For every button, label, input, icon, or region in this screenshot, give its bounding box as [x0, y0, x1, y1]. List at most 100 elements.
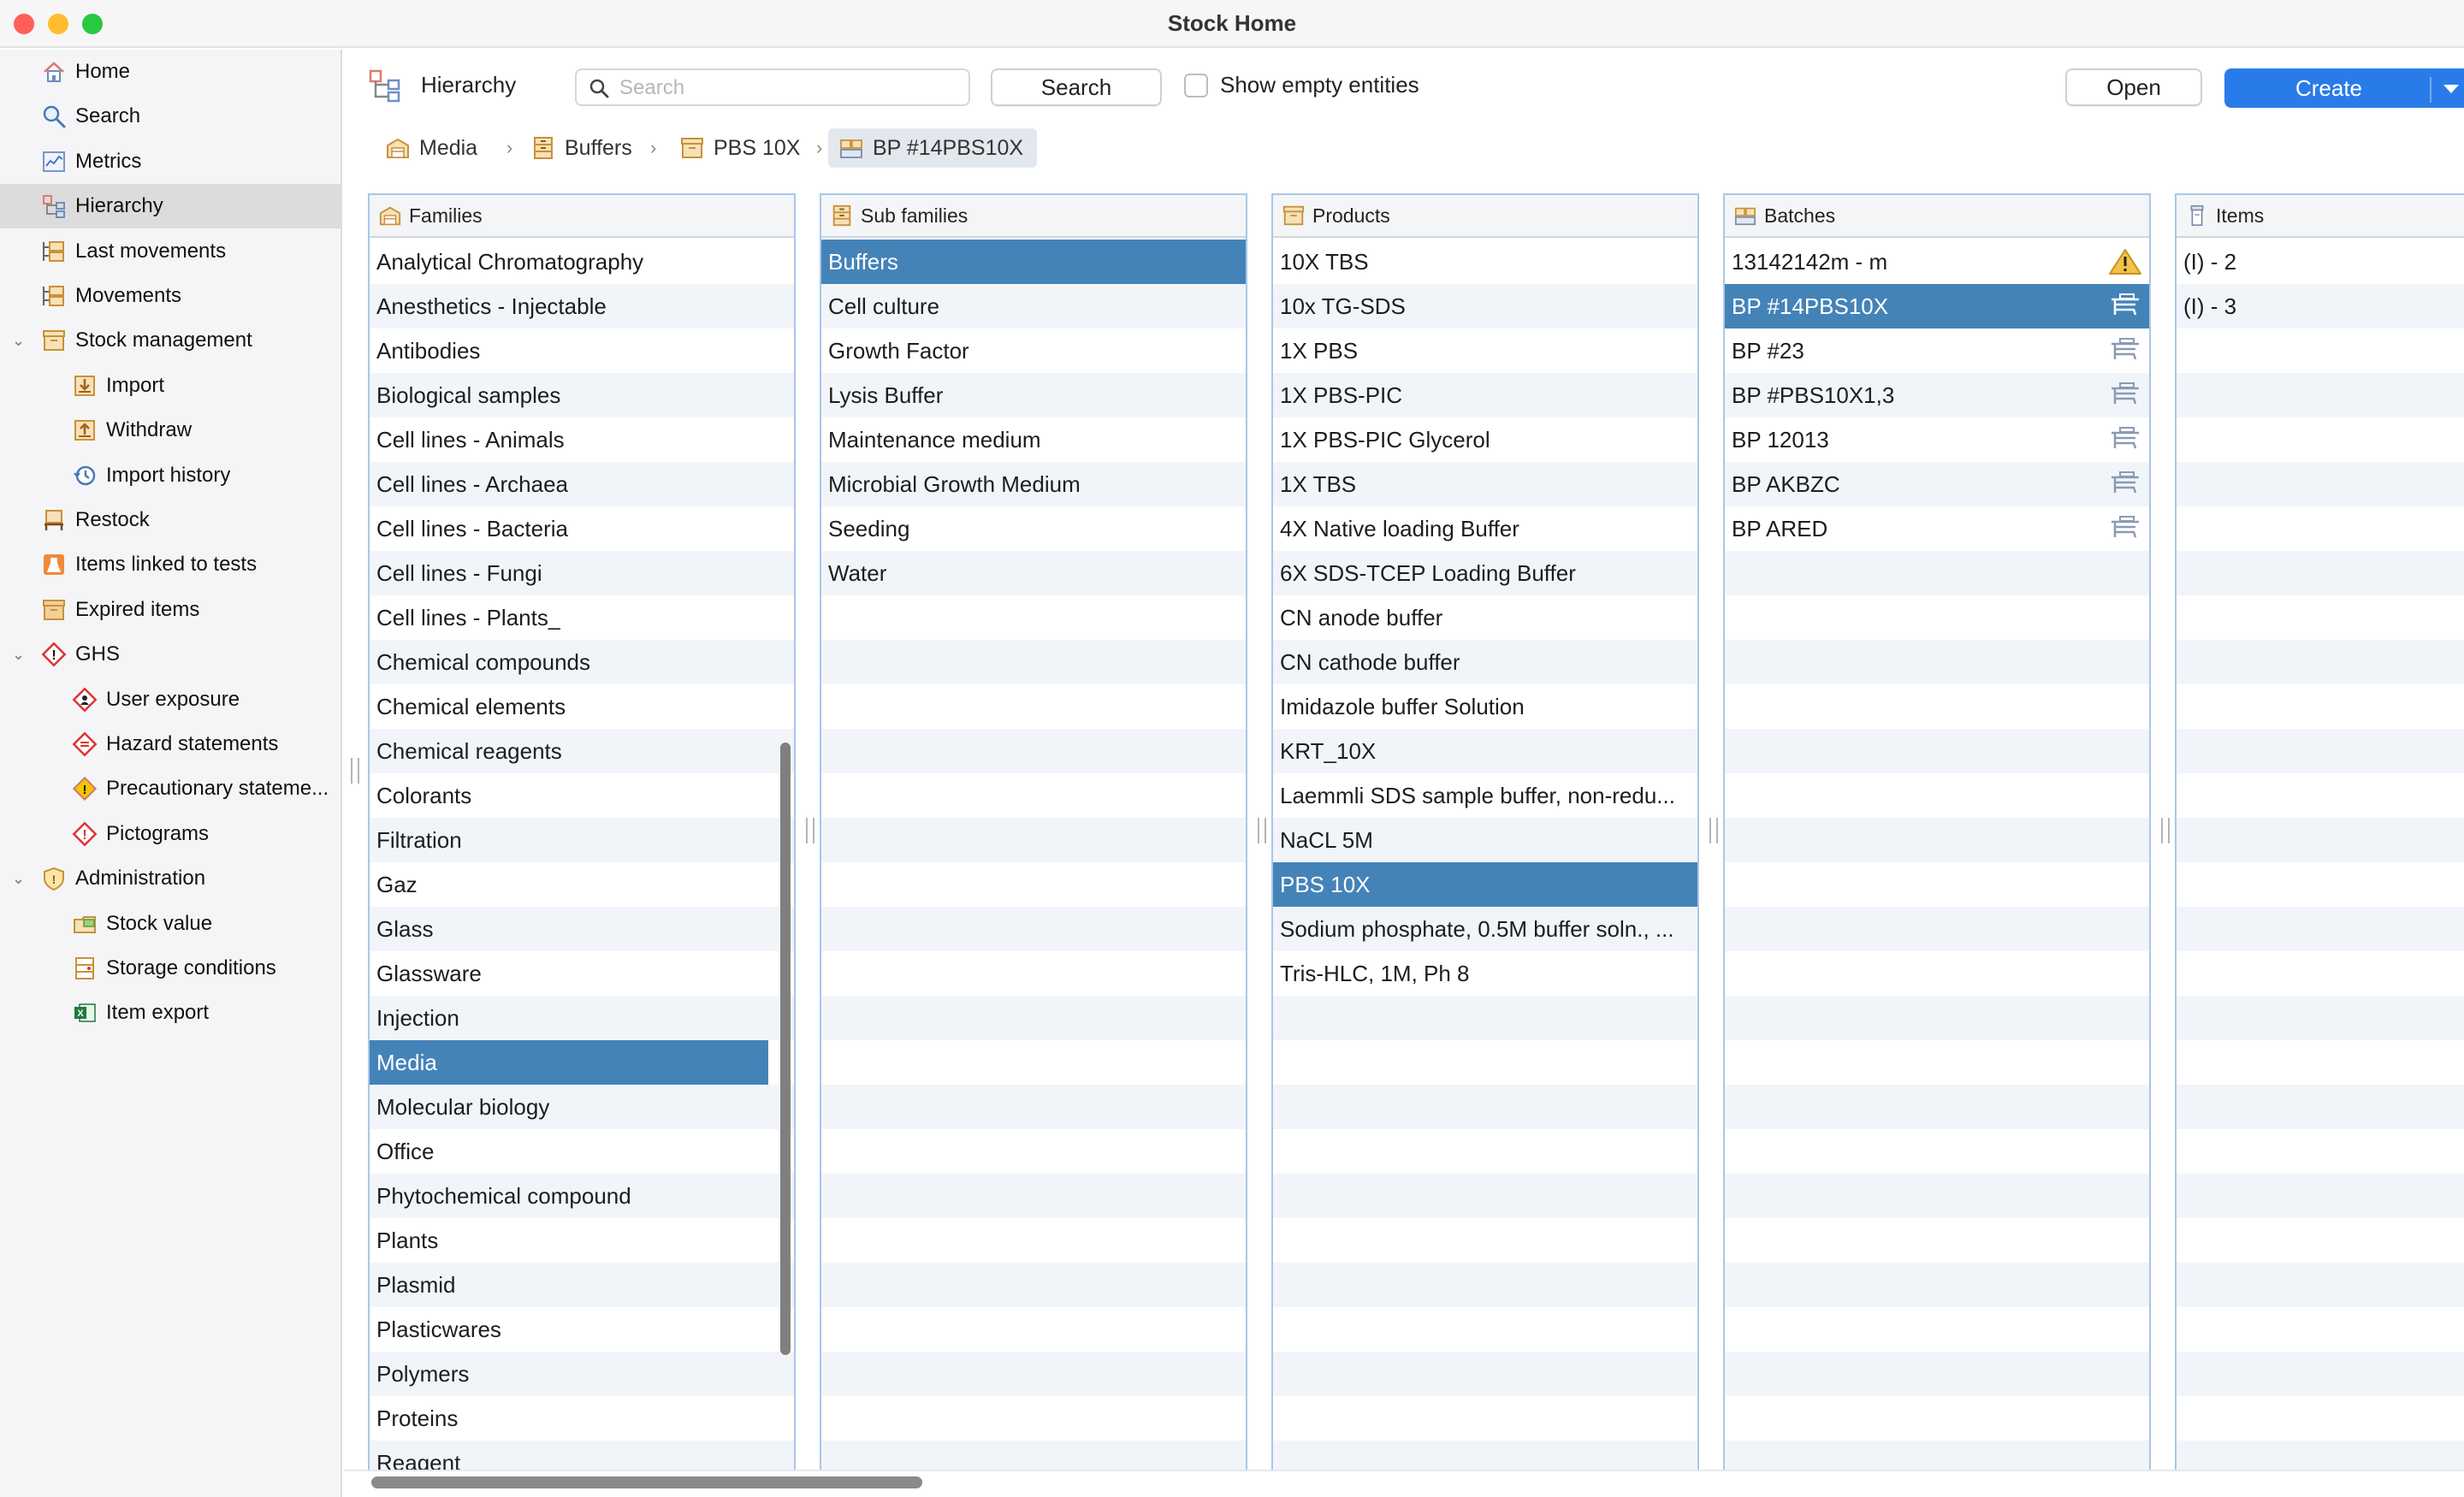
- list-item[interactable]: BP #23: [1725, 328, 2149, 373]
- breadcrumb-item[interactable]: Media: [375, 128, 491, 168]
- sidebar-item-metrics[interactable]: Metrics: [0, 139, 342, 184]
- chevron-down-icon[interactable]: ⌄: [12, 870, 25, 888]
- list-item[interactable]: Chemical reagents: [370, 729, 768, 773]
- list-item[interactable]: Microbial Growth Medium: [821, 462, 1246, 506]
- sidebar-item-user-exposure[interactable]: User exposure: [0, 677, 342, 722]
- show-empty-entities-checkbox[interactable]: [1184, 73, 1208, 98]
- column-header[interactable]: Sub families: [821, 195, 1246, 238]
- sidebar-item-administration[interactable]: ⌄! Administration: [0, 856, 342, 901]
- list-item[interactable]: CN cathode buffer: [1273, 640, 1697, 684]
- create-button[interactable]: Create: [2224, 68, 2464, 108]
- sidebar-item-import[interactable]: Import: [0, 364, 342, 408]
- list-item[interactable]: Imidazole buffer Solution: [1273, 684, 1697, 729]
- list-item[interactable]: Analytical Chromatography: [370, 240, 768, 284]
- sidebar-item-item-export[interactable]: X Item export: [0, 991, 342, 1035]
- list-item[interactable]: Cell culture: [821, 284, 1246, 328]
- list-item[interactable]: 1X PBS-PIC: [1273, 373, 1697, 417]
- list-item[interactable]: BP AKBZC: [1725, 462, 2149, 506]
- column-header[interactable]: Families: [370, 195, 794, 238]
- breadcrumb-item[interactable]: Buffers: [520, 128, 646, 168]
- sidebar-item-last-movements[interactable]: Last movements: [0, 229, 342, 274]
- search-input[interactable]: [619, 74, 962, 103]
- vertical-scrollbar[interactable]: [780, 743, 791, 1355]
- list-item[interactable]: Glass: [370, 907, 768, 951]
- list-item[interactable]: BP #14PBS10X: [1725, 284, 2149, 328]
- list-item[interactable]: (I) - 2: [2177, 240, 2464, 284]
- chevron-down-icon[interactable]: ⌄: [12, 646, 25, 664]
- list-item[interactable]: Sodium phosphate, 0.5M buffer soln., ...: [1273, 907, 1697, 951]
- list-item[interactable]: (I) - 3: [2177, 284, 2464, 328]
- list-item[interactable]: Colorants: [370, 773, 768, 818]
- sidebar-item-precautionary-stateme[interactable]: ! Precautionary stateme...: [0, 766, 342, 811]
- breadcrumb-item[interactable]: PBS 10X: [669, 128, 814, 168]
- list-item[interactable]: Molecular biology: [370, 1085, 768, 1129]
- list-item[interactable]: Glassware: [370, 951, 768, 996]
- list-item[interactable]: Plasticwares: [370, 1307, 768, 1352]
- list-item[interactable]: BP ARED: [1725, 506, 2149, 551]
- column-resize-handle[interactable]: [1709, 818, 1718, 843]
- list-item[interactable]: Cell lines - Bacteria: [370, 506, 768, 551]
- list-item[interactable]: Filtration: [370, 818, 768, 862]
- sidebar-item-expired-items[interactable]: Expired items: [0, 588, 342, 632]
- sidebar-item-search[interactable]: Search: [0, 94, 342, 139]
- sidebar-item-pictograms[interactable]: ! Pictograms: [0, 812, 342, 856]
- open-button[interactable]: Open: [2065, 68, 2202, 106]
- list-item[interactable]: CN anode buffer: [1273, 595, 1697, 640]
- list-item[interactable]: Water: [821, 551, 1246, 595]
- list-item[interactable]: Media: [370, 1040, 768, 1085]
- list-item[interactable]: 4X Native loading Buffer: [1273, 506, 1697, 551]
- column-header[interactable]: Batches: [1725, 195, 2149, 238]
- sidebar-item-items-linked-to-tests[interactable]: Items linked to tests: [0, 542, 342, 587]
- create-dropdown-caret-icon[interactable]: [2443, 85, 2459, 93]
- list-item[interactable]: Anesthetics - Injectable: [370, 284, 768, 328]
- column-header[interactable]: Items: [2177, 195, 2464, 238]
- list-item[interactable]: BP 12013: [1725, 417, 2149, 462]
- list-item[interactable]: Gaz: [370, 862, 768, 907]
- show-empty-entities-toggle[interactable]: Show empty entities: [1184, 72, 1419, 98]
- list-item[interactable]: Laemmli SDS sample buffer, non-redu...: [1273, 773, 1697, 818]
- list-item[interactable]: Polymers: [370, 1352, 768, 1396]
- list-item[interactable]: 6X SDS-TCEP Loading Buffer: [1273, 551, 1697, 595]
- horizontal-scrollbar[interactable]: [371, 1476, 922, 1488]
- list-item[interactable]: Plasmid: [370, 1263, 768, 1307]
- search-button[interactable]: Search: [991, 68, 1162, 106]
- list-item[interactable]: Cell lines - Plants_: [370, 595, 768, 640]
- sidebar-item-withdraw[interactable]: Withdraw: [0, 408, 342, 453]
- sidebar-item-restock[interactable]: Restock: [0, 498, 342, 542]
- list-item[interactable]: Cell lines - Archaea: [370, 462, 768, 506]
- list-item[interactable]: Chemical compounds: [370, 640, 768, 684]
- list-item[interactable]: Plants: [370, 1218, 768, 1263]
- list-item[interactable]: 1X TBS: [1273, 462, 1697, 506]
- sidebar-item-hierarchy[interactable]: Hierarchy: [0, 184, 342, 229]
- list-item[interactable]: Proteins: [370, 1396, 768, 1441]
- list-item[interactable]: Phytochemical compound: [370, 1174, 768, 1218]
- list-item[interactable]: 13142142m - m: [1725, 240, 2149, 284]
- list-item[interactable]: Growth Factor: [821, 328, 1246, 373]
- list-item[interactable]: BP #PBS10X1,3: [1725, 373, 2149, 417]
- sidebar-item-import-history[interactable]: Import history: [0, 453, 342, 498]
- sidebar-item-movements[interactable]: Movements: [0, 274, 342, 318]
- chevron-down-icon[interactable]: ⌄: [12, 332, 25, 350]
- list-item[interactable]: PBS 10X: [1273, 862, 1697, 907]
- column-header[interactable]: Products: [1273, 195, 1697, 238]
- sidebar-item-stock-management[interactable]: ⌄ Stock management: [0, 318, 342, 363]
- sidebar-item-storage-conditions[interactable]: Storage conditions: [0, 946, 342, 991]
- list-item[interactable]: Injection: [370, 996, 768, 1040]
- list-item[interactable]: Chemical elements: [370, 684, 768, 729]
- list-item[interactable]: Buffers: [821, 240, 1246, 284]
- list-item[interactable]: Office: [370, 1129, 768, 1174]
- list-item[interactable]: Lysis Buffer: [821, 373, 1246, 417]
- list-item[interactable]: Reagent: [370, 1441, 768, 1470]
- sidebar-resize-handle[interactable]: [351, 758, 359, 784]
- list-item[interactable]: Tris-HLC, 1M, Ph 8: [1273, 951, 1697, 996]
- list-item[interactable]: NaCL 5M: [1273, 818, 1697, 862]
- list-item[interactable]: Seeding: [821, 506, 1246, 551]
- list-item[interactable]: 10X TBS: [1273, 240, 1697, 284]
- column-resize-handle[interactable]: [2161, 818, 2170, 843]
- list-item[interactable]: Cell lines - Animals: [370, 417, 768, 462]
- column-resize-handle[interactable]: [1258, 818, 1266, 843]
- list-item[interactable]: 1X PBS: [1273, 328, 1697, 373]
- sidebar-item-ghs[interactable]: ⌄! GHS: [0, 632, 342, 677]
- list-item[interactable]: 1X PBS-PIC Glycerol: [1273, 417, 1697, 462]
- sidebar-item-home[interactable]: Home: [0, 50, 342, 94]
